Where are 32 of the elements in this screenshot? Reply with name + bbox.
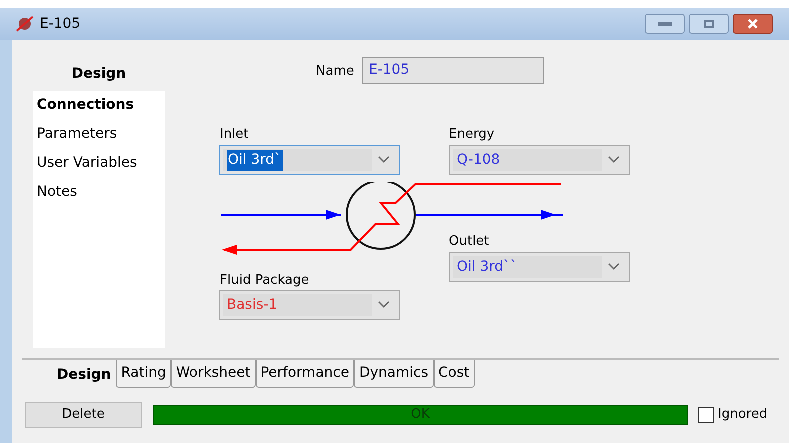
name-field[interactable]: E-105 (362, 57, 544, 84)
sidebar-item[interactable]: Notes (33, 182, 165, 211)
window-title: E-105 (40, 14, 81, 34)
tab[interactable]: Performance (256, 360, 354, 388)
maximize-button[interactable] (689, 14, 729, 34)
sidebar-item[interactable]: User Variables (33, 153, 165, 182)
minimize-button[interactable] (645, 14, 685, 34)
sidebar-item[interactable]: Connections (33, 95, 165, 124)
ignored-label: Ignored (718, 406, 768, 424)
tab[interactable]: Rating (116, 360, 172, 388)
tab[interactable]: Cost (434, 360, 475, 388)
sidebar-header: Design (70, 65, 128, 84)
sidebar-item[interactable]: Parameters (33, 124, 165, 153)
energy-label: Energy (449, 126, 495, 144)
tab[interactable]: Dynamics (354, 360, 434, 388)
chevron-down-icon (608, 156, 620, 164)
combo-box[interactable]: Oil 3rd` (219, 145, 400, 175)
tab[interactable]: Worksheet (171, 360, 256, 388)
chevron-down-icon (608, 263, 620, 271)
ignored-checkbox[interactable] (698, 407, 714, 423)
outlet-label: Outlet (449, 233, 490, 251)
delete-button[interactable]: Delete (25, 402, 142, 428)
close-icon (748, 19, 758, 29)
combo-box[interactable]: Q-108 (449, 145, 630, 175)
name-label: Name (316, 63, 354, 81)
status-bar: OK (153, 405, 688, 425)
chevron-down-icon (378, 301, 390, 309)
inlet-label: Inlet (220, 126, 249, 144)
close-button[interactable] (733, 14, 773, 34)
fluid-package-label: Fluid Package (220, 272, 310, 290)
combo-box[interactable]: Oil 3rd`` (449, 252, 630, 282)
chevron-down-icon (378, 156, 390, 164)
